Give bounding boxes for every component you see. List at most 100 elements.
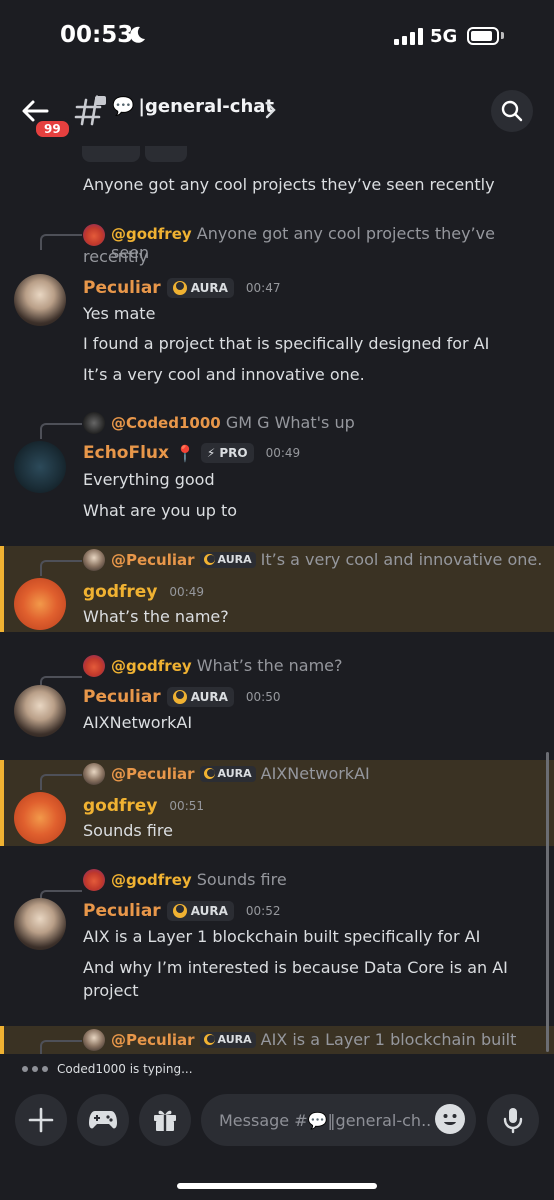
role-tag: AURA (199, 765, 256, 782)
reply-author: @godfrey (111, 871, 192, 889)
message-time: 00:49 (265, 446, 301, 460)
aura-icon (203, 1034, 215, 1045)
voice-message-button[interactable] (487, 1094, 539, 1146)
role-tag: AURA (199, 551, 256, 568)
message-line: AIX is a Layer 1 blockchain built specif… (83, 927, 481, 946)
gift-icon (154, 1110, 176, 1131)
author-avatar[interactable] (14, 274, 66, 326)
microphone-icon (503, 1108, 523, 1134)
scrollbar[interactable] (546, 752, 549, 1052)
message-header: Peculiar AURA 00:52 (83, 901, 280, 921)
author-avatar[interactable] (14, 578, 66, 630)
signal-icon (394, 28, 423, 45)
reply-connector (40, 423, 82, 439)
reply-connector (40, 774, 82, 790)
message-time: 00:51 (169, 799, 205, 813)
typing-text: Coded1000 is typing... (57, 1062, 193, 1076)
author-name[interactable]: EchoFlux (83, 443, 169, 463)
message-line: What’s the name? (83, 607, 229, 626)
moon-icon (130, 26, 145, 43)
typing-dots-icon (22, 1066, 48, 1072)
message-line: AIXNetworkAI (83, 713, 193, 732)
reply-text: AIXNetworkAI (260, 764, 370, 783)
reply-avatar (83, 869, 105, 891)
role-tag: ⚡ PRO (200, 443, 254, 463)
role-tag: AURA (166, 901, 234, 921)
reply-text: What’s the name? (196, 656, 343, 675)
reaction-chip[interactable] (82, 146, 140, 162)
message-time: 00:50 (245, 690, 281, 704)
gift-button[interactable] (139, 1094, 191, 1146)
activities-button[interactable] (77, 1094, 129, 1146)
reply-text-cont: recently (83, 247, 149, 266)
message-header: godfrey 00:49 (83, 582, 204, 602)
reply-avatar (83, 763, 105, 785)
pin-emoji: 📍 (174, 443, 195, 463)
home-indicator[interactable] (177, 1183, 377, 1189)
unread-badge: 99 (33, 118, 72, 140)
message-text: Anyone got any cool projects they’ve see… (83, 175, 495, 194)
battery-icon (467, 27, 499, 45)
status-bar: 00:53 5G (0, 0, 554, 78)
message-time: 00:47 (245, 281, 281, 295)
message-line: And why I’m interested is because Data C… (83, 958, 508, 977)
add-reaction-chip[interactable] (145, 146, 187, 162)
message-line: Everything good (83, 470, 215, 489)
network-label: 5G (430, 26, 458, 47)
reply-connector (40, 234, 82, 250)
author-name[interactable]: godfrey (83, 582, 157, 602)
reply-author: @godfrey (111, 225, 192, 243)
channel-hash-lock-icon (74, 95, 106, 126)
reply-avatar (83, 412, 105, 434)
message-line: I found a project that is specifically d… (83, 334, 490, 353)
author-name[interactable]: Peculiar (83, 278, 161, 298)
message-time: 00:52 (245, 904, 281, 918)
search-button[interactable] (491, 90, 533, 132)
reply-preview[interactable]: @godfrey Anyone got any cool projects th… (111, 224, 531, 262)
reply-avatar (83, 1029, 105, 1051)
reply-preview[interactable]: @Coded1000 GM G What's up (111, 413, 355, 432)
reply-text: Sounds fire (196, 870, 287, 889)
role-tag: AURA (166, 687, 234, 707)
aura-icon (172, 281, 187, 295)
aura-icon (172, 904, 187, 918)
reply-avatar (83, 549, 105, 571)
author-name[interactable]: godfrey (83, 796, 157, 816)
reply-avatar (83, 224, 105, 246)
aura-icon (172, 690, 187, 704)
reply-author: @Peculiar (111, 764, 195, 783)
author-name[interactable]: Peculiar (83, 687, 161, 707)
aura-icon (203, 768, 215, 779)
author-name[interactable]: Peculiar (83, 901, 161, 921)
message-line: It’s a very cool and innovative one. (83, 365, 365, 384)
reply-author: @godfrey (111, 657, 192, 675)
role-tag: AURA (166, 278, 234, 298)
reply-preview[interactable]: @godfrey What’s the name? (111, 656, 343, 675)
author-avatar[interactable] (14, 792, 66, 844)
reply-preview[interactable]: @Peculiar AURA It’s a very cool and inno… (111, 550, 542, 569)
reply-text: AIX is a Layer 1 blockchain built (260, 1030, 517, 1049)
battery-tip (501, 32, 504, 39)
emoji-icon[interactable] (435, 1104, 465, 1134)
gamepad-icon (89, 1111, 117, 1129)
author-avatar[interactable] (14, 898, 66, 950)
chevron-right-icon[interactable] (264, 100, 278, 120)
reply-text: It’s a very cool and innovative one. (260, 550, 543, 569)
add-attachment-button[interactable] (15, 1094, 67, 1146)
channel-emoji: 💬 (112, 96, 135, 117)
author-avatar[interactable] (14, 441, 66, 493)
author-avatar[interactable] (14, 685, 66, 737)
status-time: 00:53 (60, 22, 134, 48)
reply-preview[interactable]: @godfrey Sounds fire (111, 870, 287, 889)
reply-text: GM G What's up (225, 413, 355, 432)
smiley-face-icon (443, 1114, 457, 1125)
reply-connector (40, 560, 82, 576)
reply-preview[interactable]: @Peculiar AURA AIXNetworkAI (111, 764, 370, 783)
message-time: 00:49 (169, 585, 205, 599)
message-feed[interactable]: Anyone got any cool projects they’ve see… (0, 146, 554, 1054)
message-line: project (83, 981, 139, 1000)
reply-author: @Peculiar (111, 1030, 195, 1049)
reply-preview[interactable]: @Peculiar AURA AIX is a Layer 1 blockcha… (111, 1030, 516, 1049)
search-icon (501, 100, 523, 122)
channel-title[interactable]: 💬 |general-chat (112, 96, 274, 117)
